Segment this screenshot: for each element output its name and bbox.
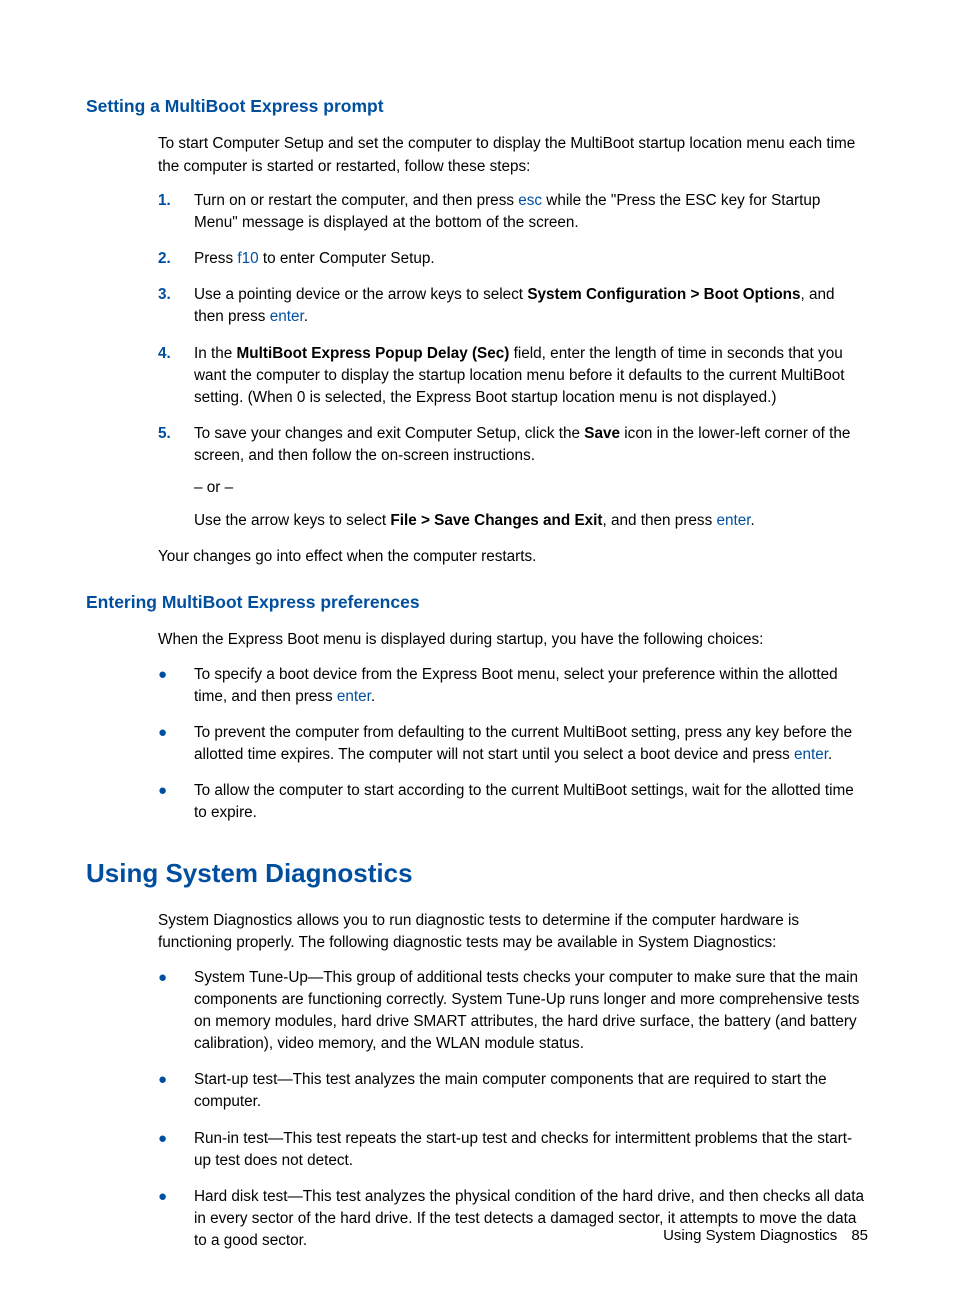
bullet-icon: ● [158, 1069, 194, 1113]
step-number: 4. [158, 343, 194, 410]
bullet-list: ● To specify a boot device from the Expr… [158, 664, 868, 825]
bullet-text: To specify a boot device from the Expres… [194, 664, 868, 708]
bullet-icon: ● [158, 967, 194, 1056]
text-fragment: . [304, 308, 308, 325]
bold-field-name: MultiBoot Express Popup Delay (Sec) [237, 345, 510, 362]
page-number: 85 [851, 1227, 868, 1244]
intro-paragraph: When the Express Boot menu is displayed … [158, 629, 868, 651]
bold-option-path: System Configuration > Boot Options [527, 286, 800, 303]
alt-instruction: Use the arrow keys to select File > Save… [194, 510, 868, 532]
bullet-item: ● Start-up test—This test analyzes the m… [158, 1069, 868, 1113]
step-3: 3. Use a pointing device or the arrow ke… [158, 284, 868, 328]
bullet-icon: ● [158, 664, 194, 708]
step-text: Turn on or restart the computer, and the… [194, 190, 868, 234]
text-fragment: . [828, 746, 832, 763]
text-fragment: To specify a boot device from the Expres… [194, 666, 838, 705]
bold-save: Save [584, 425, 620, 442]
heading-entering-preferences: Entering MultiBoot Express preferences [86, 590, 868, 615]
text-fragment: to enter Computer Setup. [259, 250, 435, 267]
step-4: 4. In the MultiBoot Express Popup Delay … [158, 343, 868, 410]
bullet-text: System Tune-Up—This group of additional … [194, 967, 868, 1056]
document-page: Setting a MultiBoot Express prompt To st… [0, 0, 954, 1306]
bullet-text: Run-in test—This test repeats the start-… [194, 1128, 868, 1172]
bullet-icon: ● [158, 722, 194, 766]
step-number: 3. [158, 284, 194, 328]
text-fragment: Use a pointing device or the arrow keys … [194, 286, 527, 303]
section-body: System Diagnostics allows you to run dia… [158, 910, 868, 1252]
step-number: 2. [158, 248, 194, 270]
bullet-item: ● To allow the computer to start accordi… [158, 780, 868, 824]
step-2: 2. Press f10 to enter Computer Setup. [158, 248, 868, 270]
footer-title: Using System Diagnostics [663, 1227, 837, 1244]
text-fragment: To save your changes and exit Computer S… [194, 425, 584, 442]
text-fragment: Turn on or restart the computer, and the… [194, 192, 518, 209]
text-fragment: . [371, 688, 375, 705]
step-number: 5. [158, 423, 194, 532]
bullet-item: ● System Tune-Up—This group of additiona… [158, 967, 868, 1056]
step-text: Press f10 to enter Computer Setup. [194, 248, 868, 270]
key-enter: enter [337, 688, 371, 705]
text-fragment: , and then press [603, 512, 717, 529]
step-1: 1. Turn on or restart the computer, and … [158, 190, 868, 234]
page-footer: Using System Diagnostics 85 [663, 1225, 868, 1247]
step-5: 5. To save your changes and exit Compute… [158, 423, 868, 532]
step-text: Use a pointing device or the arrow keys … [194, 284, 868, 328]
section-body: To start Computer Setup and set the comp… [158, 133, 868, 568]
bullet-list: ● System Tune-Up—This group of additiona… [158, 967, 868, 1253]
key-esc: esc [518, 192, 542, 209]
text-fragment: Use the arrow keys to select [194, 512, 390, 529]
bullet-text: Start-up test—This test analyzes the mai… [194, 1069, 868, 1113]
heading-setting-multiboot: Setting a MultiBoot Express prompt [86, 94, 868, 119]
step-text: In the MultiBoot Express Popup Delay (Se… [194, 343, 868, 410]
key-enter: enter [716, 512, 750, 529]
bullet-text: To allow the computer to start according… [194, 780, 868, 824]
bullet-text: To prevent the computer from defaulting … [194, 722, 868, 766]
text-fragment: . [751, 512, 755, 529]
bullet-item: ● To prevent the computer from defaultin… [158, 722, 868, 766]
intro-paragraph: System Diagnostics allows you to run dia… [158, 910, 868, 954]
bold-menu-path: File > Save Changes and Exit [390, 512, 602, 529]
step-number: 1. [158, 190, 194, 234]
bullet-item: ● Run-in test—This test repeats the star… [158, 1128, 868, 1172]
key-f10: f10 [237, 250, 258, 267]
intro-paragraph: To start Computer Setup and set the comp… [158, 133, 868, 177]
heading-using-system-diagnostics: Using System Diagnostics [86, 855, 868, 893]
key-enter: enter [270, 308, 304, 325]
text-fragment: To prevent the computer from defaulting … [194, 724, 852, 763]
key-enter: enter [794, 746, 828, 763]
or-separator: – or – [194, 477, 868, 499]
section-body: When the Express Boot menu is displayed … [158, 629, 868, 824]
step-text: To save your changes and exit Computer S… [194, 423, 868, 532]
numbered-steps: 1. Turn on or restart the computer, and … [158, 190, 868, 532]
text-fragment: In the [194, 345, 237, 362]
bullet-icon: ● [158, 780, 194, 824]
bullet-icon: ● [158, 1128, 194, 1172]
text-fragment: Press [194, 250, 237, 267]
bullet-icon: ● [158, 1186, 194, 1253]
outro-paragraph: Your changes go into effect when the com… [158, 546, 868, 568]
bullet-item: ● To specify a boot device from the Expr… [158, 664, 868, 708]
